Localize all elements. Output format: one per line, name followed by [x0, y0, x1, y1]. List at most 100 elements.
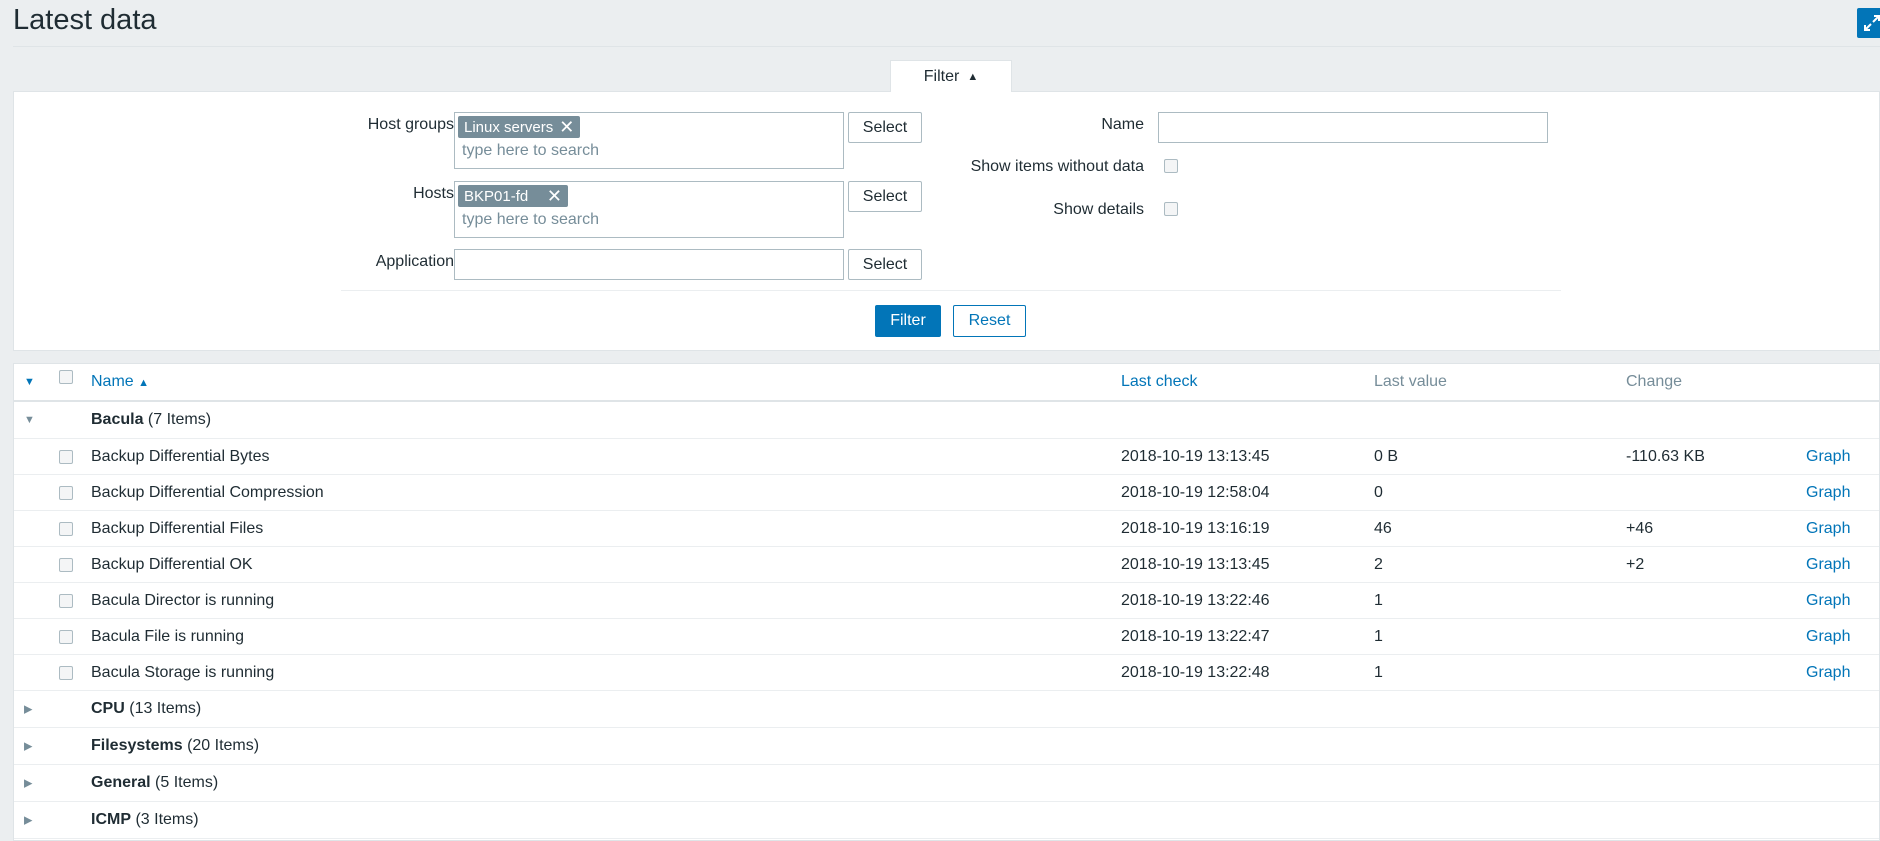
group-row-cpu[interactable]: ▶ CPU (13 Items)	[14, 691, 1879, 728]
name-input[interactable]	[1158, 112, 1548, 143]
application-input[interactable]	[454, 249, 844, 280]
row-checkbox[interactable]	[59, 558, 73, 572]
group-label: ICMP (3 Items)	[91, 811, 199, 828]
row-checkbox[interactable]	[59, 630, 73, 644]
graph-link[interactable]: Graph	[1806, 520, 1850, 538]
page-title: Latest data	[13, 4, 157, 36]
item-last-value: 46	[1374, 519, 1392, 537]
host-tag: BKP01-fd ✕	[458, 185, 568, 207]
show-details-label: Show details	[1053, 201, 1144, 218]
remove-tag-icon[interactable]: ✕	[559, 118, 574, 136]
item-change: +2	[1626, 555, 1645, 573]
name-label: Name	[1101, 116, 1144, 133]
item-last-value: 1	[1374, 627, 1383, 645]
table-row: Backup Differential Compression 2018-10-1…	[14, 475, 1879, 511]
last-value-column-header: Last value	[1374, 373, 1447, 390]
item-last-value: 1	[1374, 591, 1383, 609]
graph-link[interactable]: Graph	[1806, 484, 1850, 502]
row-checkbox[interactable]	[59, 450, 73, 464]
sort-asc-icon: ▲	[138, 377, 150, 389]
filter-divider	[341, 290, 1561, 291]
expand-icon[interactable]: ▶	[24, 814, 32, 827]
host-groups-search-placeholder[interactable]: type here to search	[462, 142, 599, 160]
item-last-value: 0	[1374, 483, 1383, 501]
table-row: Backup Differential Files 2018-10-19 13:1…	[14, 511, 1879, 547]
group-row-filesystems[interactable]: ▶ Filesystems (20 Items)	[14, 728, 1879, 765]
remove-tag-icon[interactable]: ✕	[547, 187, 562, 205]
graph-link[interactable]: Graph	[1806, 448, 1850, 466]
filter-tab[interactable]: Filter ▲	[890, 60, 1012, 92]
group-label: Bacula (7 Items)	[91, 411, 212, 428]
row-checkbox[interactable]	[59, 666, 73, 680]
expand-icon[interactable]: ▶	[24, 740, 32, 753]
show-details-checkbox[interactable]	[1164, 202, 1178, 216]
graph-link[interactable]: Graph	[1806, 592, 1850, 610]
group-label: Filesystems (20 Items)	[91, 737, 260, 754]
item-last-check: 2018-10-19 13:13:45	[1121, 555, 1270, 573]
fullscreen-button[interactable]	[1857, 8, 1880, 38]
group-row-icmp[interactable]: ▶ ICMP (3 Items)	[14, 802, 1879, 839]
group-row-bacula[interactable]: ▼ Bacula (7 Items)	[14, 402, 1879, 439]
group-label: CPU (13 Items)	[91, 700, 202, 717]
hosts-multiselect[interactable]: BKP01-fd ✕ type here to search	[454, 181, 844, 238]
item-last-check: 2018-10-19 13:13:45	[1121, 447, 1270, 465]
show-without-data-label: Show items without data	[970, 158, 1144, 175]
item-name: Backup Differential Files	[91, 519, 264, 537]
item-change: -110.63 KB	[1626, 447, 1705, 465]
filter-button[interactable]: Filter	[875, 305, 941, 337]
table-row: Backup Differential OK 2018-10-19 13:13:4…	[14, 547, 1879, 583]
table-header: ▼ Name ▲ Last check Last value Change	[14, 364, 1879, 402]
graph-link[interactable]: Graph	[1806, 664, 1850, 682]
group-row-general[interactable]: ▶ General (5 Items)	[14, 765, 1879, 802]
table-row: Backup Differential Bytes 2018-10-19 13:1…	[14, 439, 1879, 475]
change-column-header: Change	[1626, 373, 1683, 390]
item-last-check: 2018-10-19 13:22:47	[1121, 627, 1270, 645]
collapse-all-icon[interactable]: ▼	[24, 376, 35, 388]
item-last-value: 2	[1374, 555, 1383, 573]
host-groups-multiselect[interactable]: Linux servers ✕ type here to search	[454, 112, 844, 169]
item-name: Bacula Director is running	[91, 591, 275, 609]
collapse-icon[interactable]: ▼	[24, 414, 35, 426]
graph-link[interactable]: Graph	[1806, 556, 1850, 574]
reset-button[interactable]: Reset	[953, 305, 1026, 337]
select-all-checkbox[interactable]	[59, 370, 73, 384]
item-last-check: 2018-10-19 13:22:48	[1121, 663, 1270, 681]
filter-panel: Host groups Linux servers ✕ type here to…	[13, 91, 1880, 351]
item-last-value: 1	[1374, 663, 1383, 681]
last-check-column-header[interactable]: Last check	[1121, 373, 1197, 391]
host-groups-select-button[interactable]: Select	[848, 112, 922, 143]
hosts-search-placeholder[interactable]: type here to search	[462, 211, 599, 229]
host-tag-label: BKP01-fd	[464, 187, 529, 205]
expand-icon[interactable]: ▶	[24, 777, 32, 790]
item-name: Backup Differential Compression	[91, 483, 324, 501]
item-name: Bacula Storage is running	[91, 663, 275, 681]
host-group-tag-label: Linux servers	[464, 118, 554, 136]
item-name: Bacula File is running	[91, 627, 244, 645]
hosts-select-button[interactable]: Select	[848, 181, 922, 212]
title-divider	[13, 46, 1880, 47]
latest-data-table: ▼ Name ▲ Last check Last value Change ▼ …	[13, 363, 1880, 841]
row-checkbox[interactable]	[59, 486, 73, 500]
item-change: +46	[1626, 519, 1654, 537]
host-group-tag: Linux servers ✕	[458, 116, 581, 138]
application-select-button[interactable]: Select	[848, 249, 922, 280]
name-column-header[interactable]: Name ▲	[91, 373, 149, 391]
table-row: Bacula Storage is running 2018-10-19 13:2…	[14, 655, 1879, 691]
graph-link[interactable]: Graph	[1806, 628, 1850, 646]
filter-tab-label: Filter	[923, 67, 960, 85]
row-checkbox[interactable]	[59, 594, 73, 608]
fullscreen-icon	[1864, 15, 1880, 31]
expand-icon[interactable]: ▶	[24, 703, 32, 716]
item-name: Backup Differential OK	[91, 555, 253, 573]
table-row: Bacula File is running 2018-10-19 13:22:4…	[14, 619, 1879, 655]
show-without-data-checkbox[interactable]	[1164, 159, 1178, 173]
table-row: Bacula Director is running 2018-10-19 13:…	[14, 583, 1879, 619]
item-name: Backup Differential Bytes	[91, 447, 270, 465]
group-label: General (5 Items)	[91, 774, 219, 791]
item-last-check: 2018-10-19 13:22:46	[1121, 591, 1270, 609]
item-last-value: 0 B	[1374, 447, 1399, 465]
collapse-up-icon: ▲	[967, 70, 979, 83]
item-last-check: 2018-10-19 13:16:19	[1121, 519, 1270, 537]
row-checkbox[interactable]	[59, 522, 73, 536]
application-label: Application	[375, 253, 454, 270]
